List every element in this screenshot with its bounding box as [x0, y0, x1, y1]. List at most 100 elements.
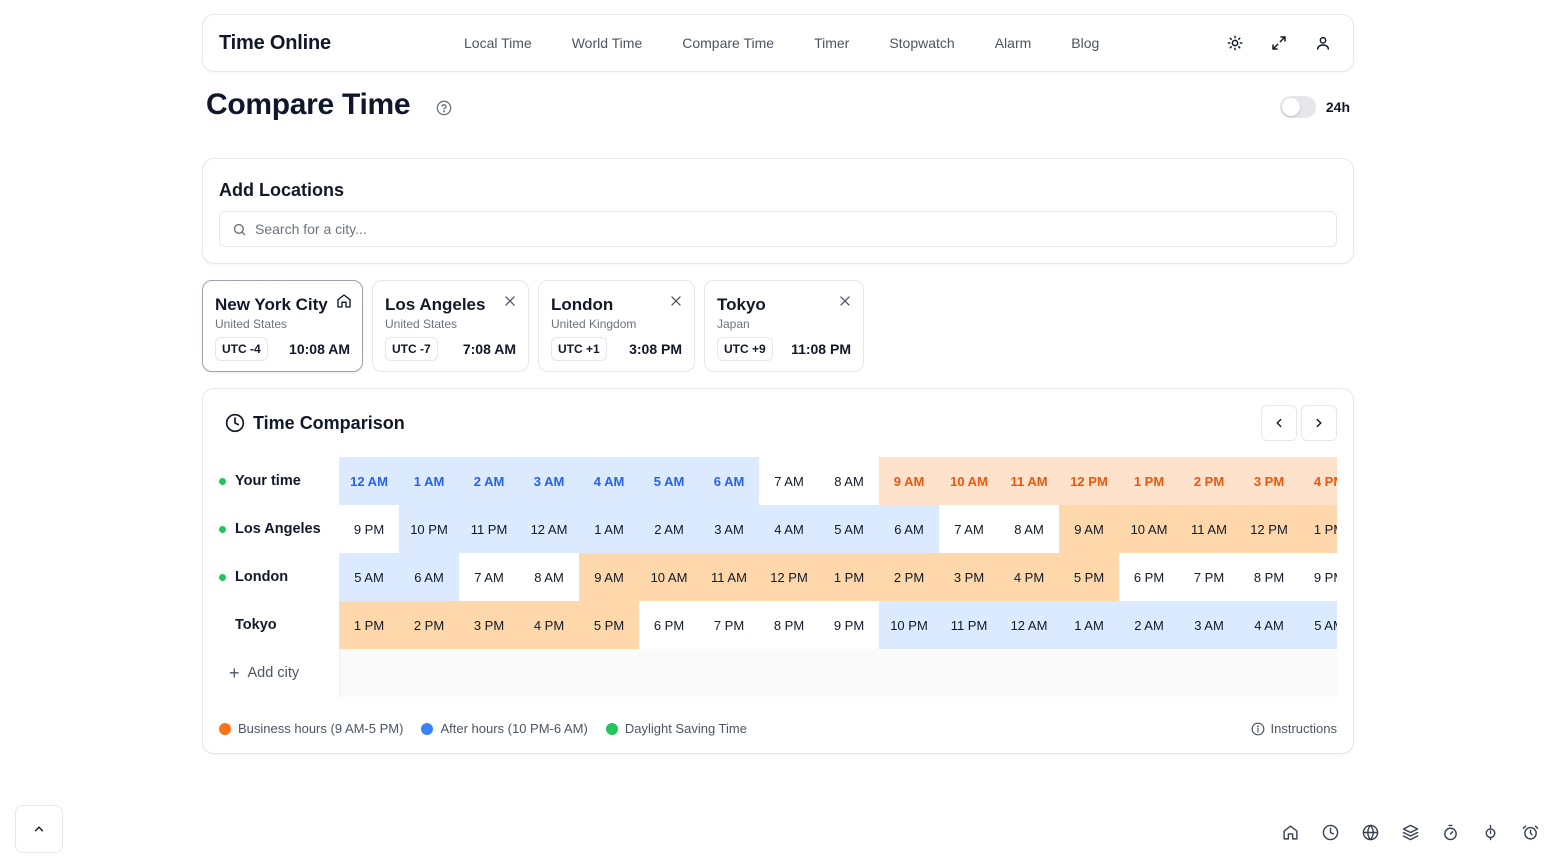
hour-cell[interactable]: 12 PM — [1239, 505, 1299, 553]
hour-cell[interactable]: 11 AM — [699, 553, 759, 601]
scroll-to-top-button[interactable] — [15, 805, 63, 853]
close-icon[interactable] — [502, 293, 518, 309]
hour-cell[interactable]: 10 AM — [939, 457, 999, 505]
hour-cell[interactable]: 9 AM — [579, 553, 639, 601]
layers-icon[interactable] — [1401, 823, 1420, 842]
hour-cell[interactable]: 9 AM — [1059, 505, 1119, 553]
hour-cell[interactable]: 9 AM — [879, 457, 939, 505]
hour-cell[interactable]: 12 AM — [339, 457, 399, 505]
hour-cell[interactable]: 4 PM — [999, 553, 1059, 601]
hour-cell[interactable]: 9 PM — [339, 505, 399, 553]
hour-cell[interactable]: 5 AM — [639, 457, 699, 505]
home-icon[interactable] — [1281, 823, 1300, 842]
hour-cell[interactable]: 5 PM — [579, 601, 639, 649]
hour-cell[interactable]: 1 AM — [1059, 601, 1119, 649]
account-button[interactable] — [1305, 27, 1341, 59]
fullscreen-button[interactable] — [1261, 27, 1297, 59]
city-card-london[interactable]: London United Kingdom UTC +1 3:08 PM — [538, 280, 695, 372]
hour-cell[interactable]: 5 AM — [1299, 601, 1337, 649]
clock-icon[interactable] — [1321, 823, 1340, 842]
hour-cell[interactable]: 10 AM — [1119, 505, 1179, 553]
nav-timer[interactable]: Timer — [794, 35, 869, 51]
hour-cell[interactable]: 9 PM — [819, 601, 879, 649]
hour-cell[interactable]: 5 PM — [1059, 553, 1119, 601]
city-card-los-angeles[interactable]: Los Angeles United States UTC -7 7:08 AM — [372, 280, 529, 372]
hour-cell[interactable]: 3 PM — [939, 553, 999, 601]
hour-cell[interactable]: 3 AM — [1179, 601, 1239, 649]
hour-cell[interactable]: 5 AM — [339, 553, 399, 601]
help-circle-icon[interactable] — [436, 100, 452, 116]
nav-alarm[interactable]: Alarm — [975, 35, 1052, 51]
hour-cell[interactable]: 8 PM — [1239, 553, 1299, 601]
hour-cell[interactable]: 6 AM — [699, 457, 759, 505]
hour-cell[interactable]: 10 PM — [879, 601, 939, 649]
hour-cell[interactable]: 1 PM — [819, 553, 879, 601]
prev-hours-button[interactable] — [1261, 405, 1297, 441]
theme-toggle-button[interactable] — [1217, 27, 1253, 59]
hour-cell[interactable]: 12 PM — [759, 553, 819, 601]
hour-cell[interactable]: 2 PM — [1179, 457, 1239, 505]
hour-cell[interactable]: 6 AM — [879, 505, 939, 553]
hour-cell[interactable]: 7 AM — [759, 457, 819, 505]
hour-cell[interactable]: 7 PM — [699, 601, 759, 649]
hour-cell[interactable]: 1 PM — [339, 601, 399, 649]
close-icon[interactable] — [837, 293, 853, 309]
hour-cell[interactable]: 11 AM — [1179, 505, 1239, 553]
nav-world-time[interactable]: World Time — [552, 35, 663, 51]
globe-icon[interactable] — [1361, 823, 1380, 842]
hour-cell[interactable]: 3 AM — [519, 457, 579, 505]
city-card-new-york[interactable]: New York City United States UTC -4 10:08… — [202, 280, 363, 372]
hour-cell[interactable]: 8 PM — [759, 601, 819, 649]
nav-compare-time[interactable]: Compare Time — [662, 35, 794, 51]
hour-cell[interactable]: 5 AM — [819, 505, 879, 553]
hour-cell[interactable]: 3 PM — [459, 601, 519, 649]
city-search-input[interactable] — [255, 221, 1255, 237]
nav-local-time[interactable]: Local Time — [444, 35, 552, 51]
hour-cell[interactable]: 12 PM — [1059, 457, 1119, 505]
24h-toggle-switch[interactable] — [1279, 96, 1316, 118]
hour-cell[interactable]: 11 PM — [459, 505, 519, 553]
hour-cell[interactable]: 7 PM — [1179, 553, 1239, 601]
hour-cell[interactable]: 11 PM — [939, 601, 999, 649]
hour-cell[interactable]: 3 PM — [1239, 457, 1299, 505]
next-hours-button[interactable] — [1301, 405, 1337, 441]
hour-cell[interactable]: 8 AM — [999, 505, 1059, 553]
hour-cell[interactable]: 10 AM — [639, 553, 699, 601]
hour-cell[interactable]: 7 AM — [459, 553, 519, 601]
hour-cell[interactable]: 2 PM — [879, 553, 939, 601]
hour-cell[interactable]: 10 PM — [399, 505, 459, 553]
timer-icon[interactable] — [1441, 823, 1460, 842]
hour-cell[interactable]: 4 PM — [1299, 457, 1337, 505]
stopwatch-icon[interactable] — [1481, 823, 1500, 842]
hour-cell[interactable]: 1 AM — [399, 457, 459, 505]
close-icon[interactable] — [668, 293, 684, 309]
hour-cell[interactable]: 2 AM — [459, 457, 519, 505]
instructions-link[interactable]: Instructions — [1251, 721, 1337, 736]
hour-cell[interactable]: 4 AM — [579, 457, 639, 505]
hour-cell[interactable]: 1 AM — [579, 505, 639, 553]
alarm-icon[interactable] — [1521, 823, 1540, 842]
add-city-button[interactable]: + Add city — [203, 649, 339, 697]
nav-stopwatch[interactable]: Stopwatch — [869, 35, 974, 51]
hour-cell[interactable]: 8 AM — [519, 553, 579, 601]
hour-cell[interactable]: 2 AM — [639, 505, 699, 553]
hour-cell[interactable]: 1 PM — [1299, 505, 1337, 553]
hour-cell[interactable]: 2 AM — [1119, 601, 1179, 649]
hour-cell[interactable]: 1 PM — [1119, 457, 1179, 505]
hour-cell[interactable]: 2 PM — [399, 601, 459, 649]
hour-cell[interactable]: 4 AM — [1239, 601, 1299, 649]
city-card-tokyo[interactable]: Tokyo Japan UTC +9 11:08 PM — [704, 280, 864, 372]
hour-cell[interactable]: 6 PM — [1119, 553, 1179, 601]
hour-cell[interactable]: 6 AM — [399, 553, 459, 601]
hour-cell[interactable]: 12 AM — [519, 505, 579, 553]
hour-cell[interactable]: 11 AM — [999, 457, 1059, 505]
hour-cell[interactable]: 6 PM — [639, 601, 699, 649]
hour-cell[interactable]: 8 AM — [819, 457, 879, 505]
hour-cell[interactable]: 4 PM — [519, 601, 579, 649]
hour-cell[interactable]: 3 AM — [699, 505, 759, 553]
hour-cell[interactable]: 12 AM — [999, 601, 1059, 649]
hour-cell[interactable]: 7 AM — [939, 505, 999, 553]
hour-cell[interactable]: 9 PM — [1299, 553, 1337, 601]
nav-blog[interactable]: Blog — [1051, 35, 1119, 51]
hour-cell[interactable]: 4 AM — [759, 505, 819, 553]
